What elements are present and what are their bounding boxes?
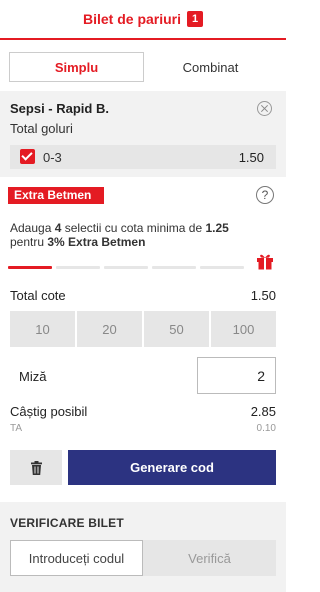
stake-button-50[interactable]: 50 (144, 311, 209, 347)
stake-button-10[interactable]: 10 (10, 311, 75, 347)
betslip-title: Bilet de pariuri (82, 11, 182, 27)
checkbox-checked-icon[interactable] (20, 149, 35, 164)
tax-value: 0.10 (256, 423, 276, 434)
gift-icon[interactable] (256, 252, 274, 270)
stake-input[interactable] (197, 357, 276, 394)
quick-stake-buttons: 10 20 50 100 (10, 311, 276, 347)
tax-label: TA (10, 423, 23, 434)
potential-win-label: Câștig posibil (10, 404, 88, 419)
selection-label: 0-3 (43, 150, 62, 165)
tab-simplu[interactable]: Simplu (9, 52, 144, 82)
stake-button-20[interactable]: 20 (77, 311, 142, 347)
progress-segment (104, 266, 148, 269)
extra-betmen-description: Adauga 4 selectii cu cota minima de 1.25… (10, 221, 229, 249)
total-odds-value: 1.50 (250, 288, 276, 303)
progress-segment (8, 266, 52, 269)
delete-button[interactable] (10, 450, 62, 485)
selection-odd: 1.50 (238, 150, 264, 165)
extra-betmen-badge: Extra Betmen (8, 187, 104, 204)
close-icon[interactable] (257, 101, 272, 116)
progress-segment (200, 266, 244, 269)
progress-segment (56, 266, 100, 269)
bet-event-name: Sepsi - Rapid B. (10, 101, 109, 116)
tab-combinat[interactable]: Combinat (144, 52, 277, 82)
stake-button-100[interactable]: 100 (211, 311, 276, 347)
stake-label: Miză (19, 369, 47, 384)
total-odds-label: Total cote (10, 288, 66, 303)
trash-icon (30, 460, 42, 475)
betslip-header: Bilet de pariuri 1 (0, 0, 286, 40)
bet-market-name: Total goluri (10, 121, 73, 136)
bet-type-tabs: Simplu Combinat (9, 52, 277, 82)
verify-button[interactable]: Verifică (143, 540, 276, 576)
verify-ticket-title: VERIFICARE BILET (10, 516, 124, 530)
generate-code-button[interactable]: Generare cod (68, 450, 276, 485)
extra-betmen-progress (8, 266, 244, 269)
potential-win-value: 2.85 (250, 404, 276, 419)
question-circle-icon[interactable]: ? (256, 186, 274, 204)
betslip-count-badge: 1 (187, 11, 204, 27)
progress-segment (152, 266, 196, 269)
ticket-code-input[interactable]: Introduceți codul (10, 540, 143, 576)
